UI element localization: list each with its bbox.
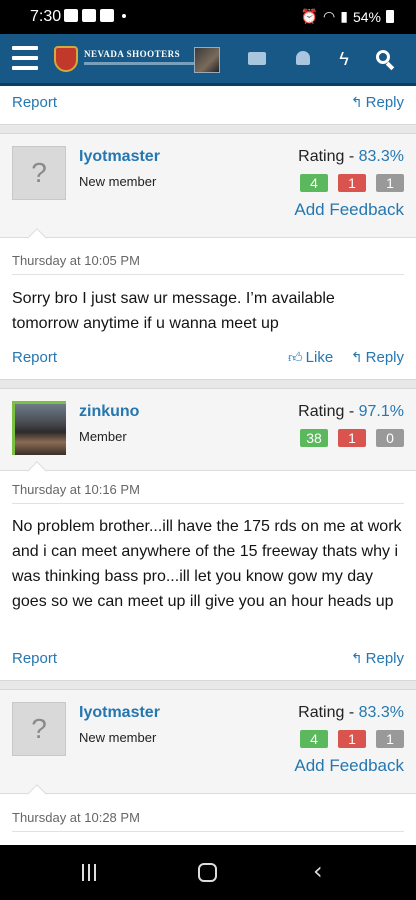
status-bar: 7:30 ⏰ ◠ ▮ 54% <box>0 0 416 34</box>
more-notifications-icon <box>122 13 126 18</box>
system-icons: ⏰ ◠ ▮ 54% <box>301 8 394 25</box>
rating: Rating - 97.1% <box>298 403 404 420</box>
signal-icon: ▮ <box>340 8 348 24</box>
add-feedback-link[interactable]: Add Feedback <box>294 200 404 220</box>
post-date[interactable]: Thursday at 10:28 PM <box>12 810 140 825</box>
lightning-icon[interactable]: ϟ <box>333 48 355 70</box>
reply-link[interactable]: ↰ Reply <box>351 94 404 111</box>
post-message: No problem brother...ill have the 175 rd… <box>12 518 402 610</box>
battery-level: 54% <box>352 8 381 25</box>
menu-icon[interactable] <box>12 46 38 70</box>
post-separator <box>0 124 416 134</box>
reply-icon: ↰ <box>350 650 363 666</box>
post-date[interactable]: Thursday at 10:05 PM <box>12 253 140 268</box>
user-avatar[interactable] <box>194 47 220 73</box>
user-title: New member <box>79 730 157 745</box>
status-time: 7:30 <box>30 8 62 25</box>
home-icon[interactable] <box>198 863 217 882</box>
reply-icon: ↰ <box>350 349 363 365</box>
alarm-icon: ⏰ <box>300 8 319 24</box>
report-link[interactable]: Report <box>12 349 57 366</box>
post-date[interactable]: Thursday at 10:16 PM <box>12 482 140 497</box>
navigation-bar: ‹ <box>0 845 416 900</box>
back-icon[interactable]: ‹ <box>313 857 323 885</box>
username[interactable]: zinkuno <box>79 403 139 421</box>
reply-icon: ↰ <box>350 94 363 110</box>
nevada-shooters-logo-icon[interactable] <box>54 46 78 72</box>
like-link[interactable]: 👍︎ Like <box>288 349 333 366</box>
rating: Rating - 83.3% <box>298 704 404 721</box>
post-user-block: ? Iyotmaster New member Rating - 83.3% 4… <box>0 134 416 238</box>
logo-title[interactable]: NEVADA SHOOTERS <box>84 49 180 59</box>
post-user-block: zinkuno Member Rating - 97.1% 38 1 0 <box>0 389 416 471</box>
search-icon[interactable] <box>373 48 395 71</box>
rating: Rating - 83.3% <box>298 148 404 165</box>
add-feedback-link[interactable]: Add Feedback <box>294 756 404 776</box>
username[interactable]: Iyotmaster <box>79 148 160 166</box>
avatar[interactable]: ? <box>12 702 66 756</box>
divider <box>12 831 404 832</box>
reply-link[interactable]: ↰ Reply <box>351 650 404 667</box>
negative-count[interactable]: 1 <box>338 429 366 447</box>
divider <box>12 503 404 504</box>
negative-count[interactable]: 1 <box>338 174 366 192</box>
avatar[interactable] <box>12 401 66 455</box>
neutral-count[interactable]: 1 <box>376 730 404 748</box>
notification-icons <box>64 9 126 22</box>
logo-tagline <box>84 62 194 65</box>
report-link[interactable]: Report <box>12 94 57 111</box>
user-title: New member <box>79 174 157 189</box>
neutral-count[interactable]: 0 <box>376 429 404 447</box>
bell-icon[interactable] <box>292 48 314 70</box>
avatar[interactable]: ? <box>12 146 66 200</box>
message-icon <box>64 9 78 22</box>
post-user-block: ? Iyotmaster New member Rating - 83.3% 4… <box>0 690 416 794</box>
calendar-icon <box>82 9 96 22</box>
post-message: Sorry bro I just saw ur message. I’m ava… <box>12 290 335 332</box>
positive-count[interactable]: 38 <box>300 429 328 447</box>
post-separator <box>0 379 416 389</box>
app-header: NEVADA SHOOTERS ϟ <box>0 34 416 86</box>
feedback-counts: 38 1 0 <box>300 429 404 447</box>
post-separator <box>0 680 416 690</box>
thumbs-up-icon: 👍︎ <box>288 349 303 365</box>
mail-icon[interactable] <box>246 48 268 70</box>
username[interactable]: Iyotmaster <box>79 704 160 722</box>
reply-link[interactable]: ↰ Reply <box>351 349 404 366</box>
positive-count[interactable]: 4 <box>300 730 328 748</box>
report-link[interactable]: Report <box>12 650 57 667</box>
feedback-counts: 4 1 1 <box>300 174 404 192</box>
battery-icon <box>386 10 394 23</box>
divider <box>12 274 404 275</box>
recent-apps-icon[interactable] <box>82 864 96 881</box>
neutral-count[interactable]: 1 <box>376 174 404 192</box>
feedback-counts: 4 1 1 <box>300 730 404 748</box>
wifi-icon: ◠ <box>323 8 336 24</box>
user-title: Member <box>79 429 127 444</box>
positive-count[interactable]: 4 <box>300 174 328 192</box>
youtube-icon <box>100 9 114 22</box>
negative-count[interactable]: 1 <box>338 730 366 748</box>
